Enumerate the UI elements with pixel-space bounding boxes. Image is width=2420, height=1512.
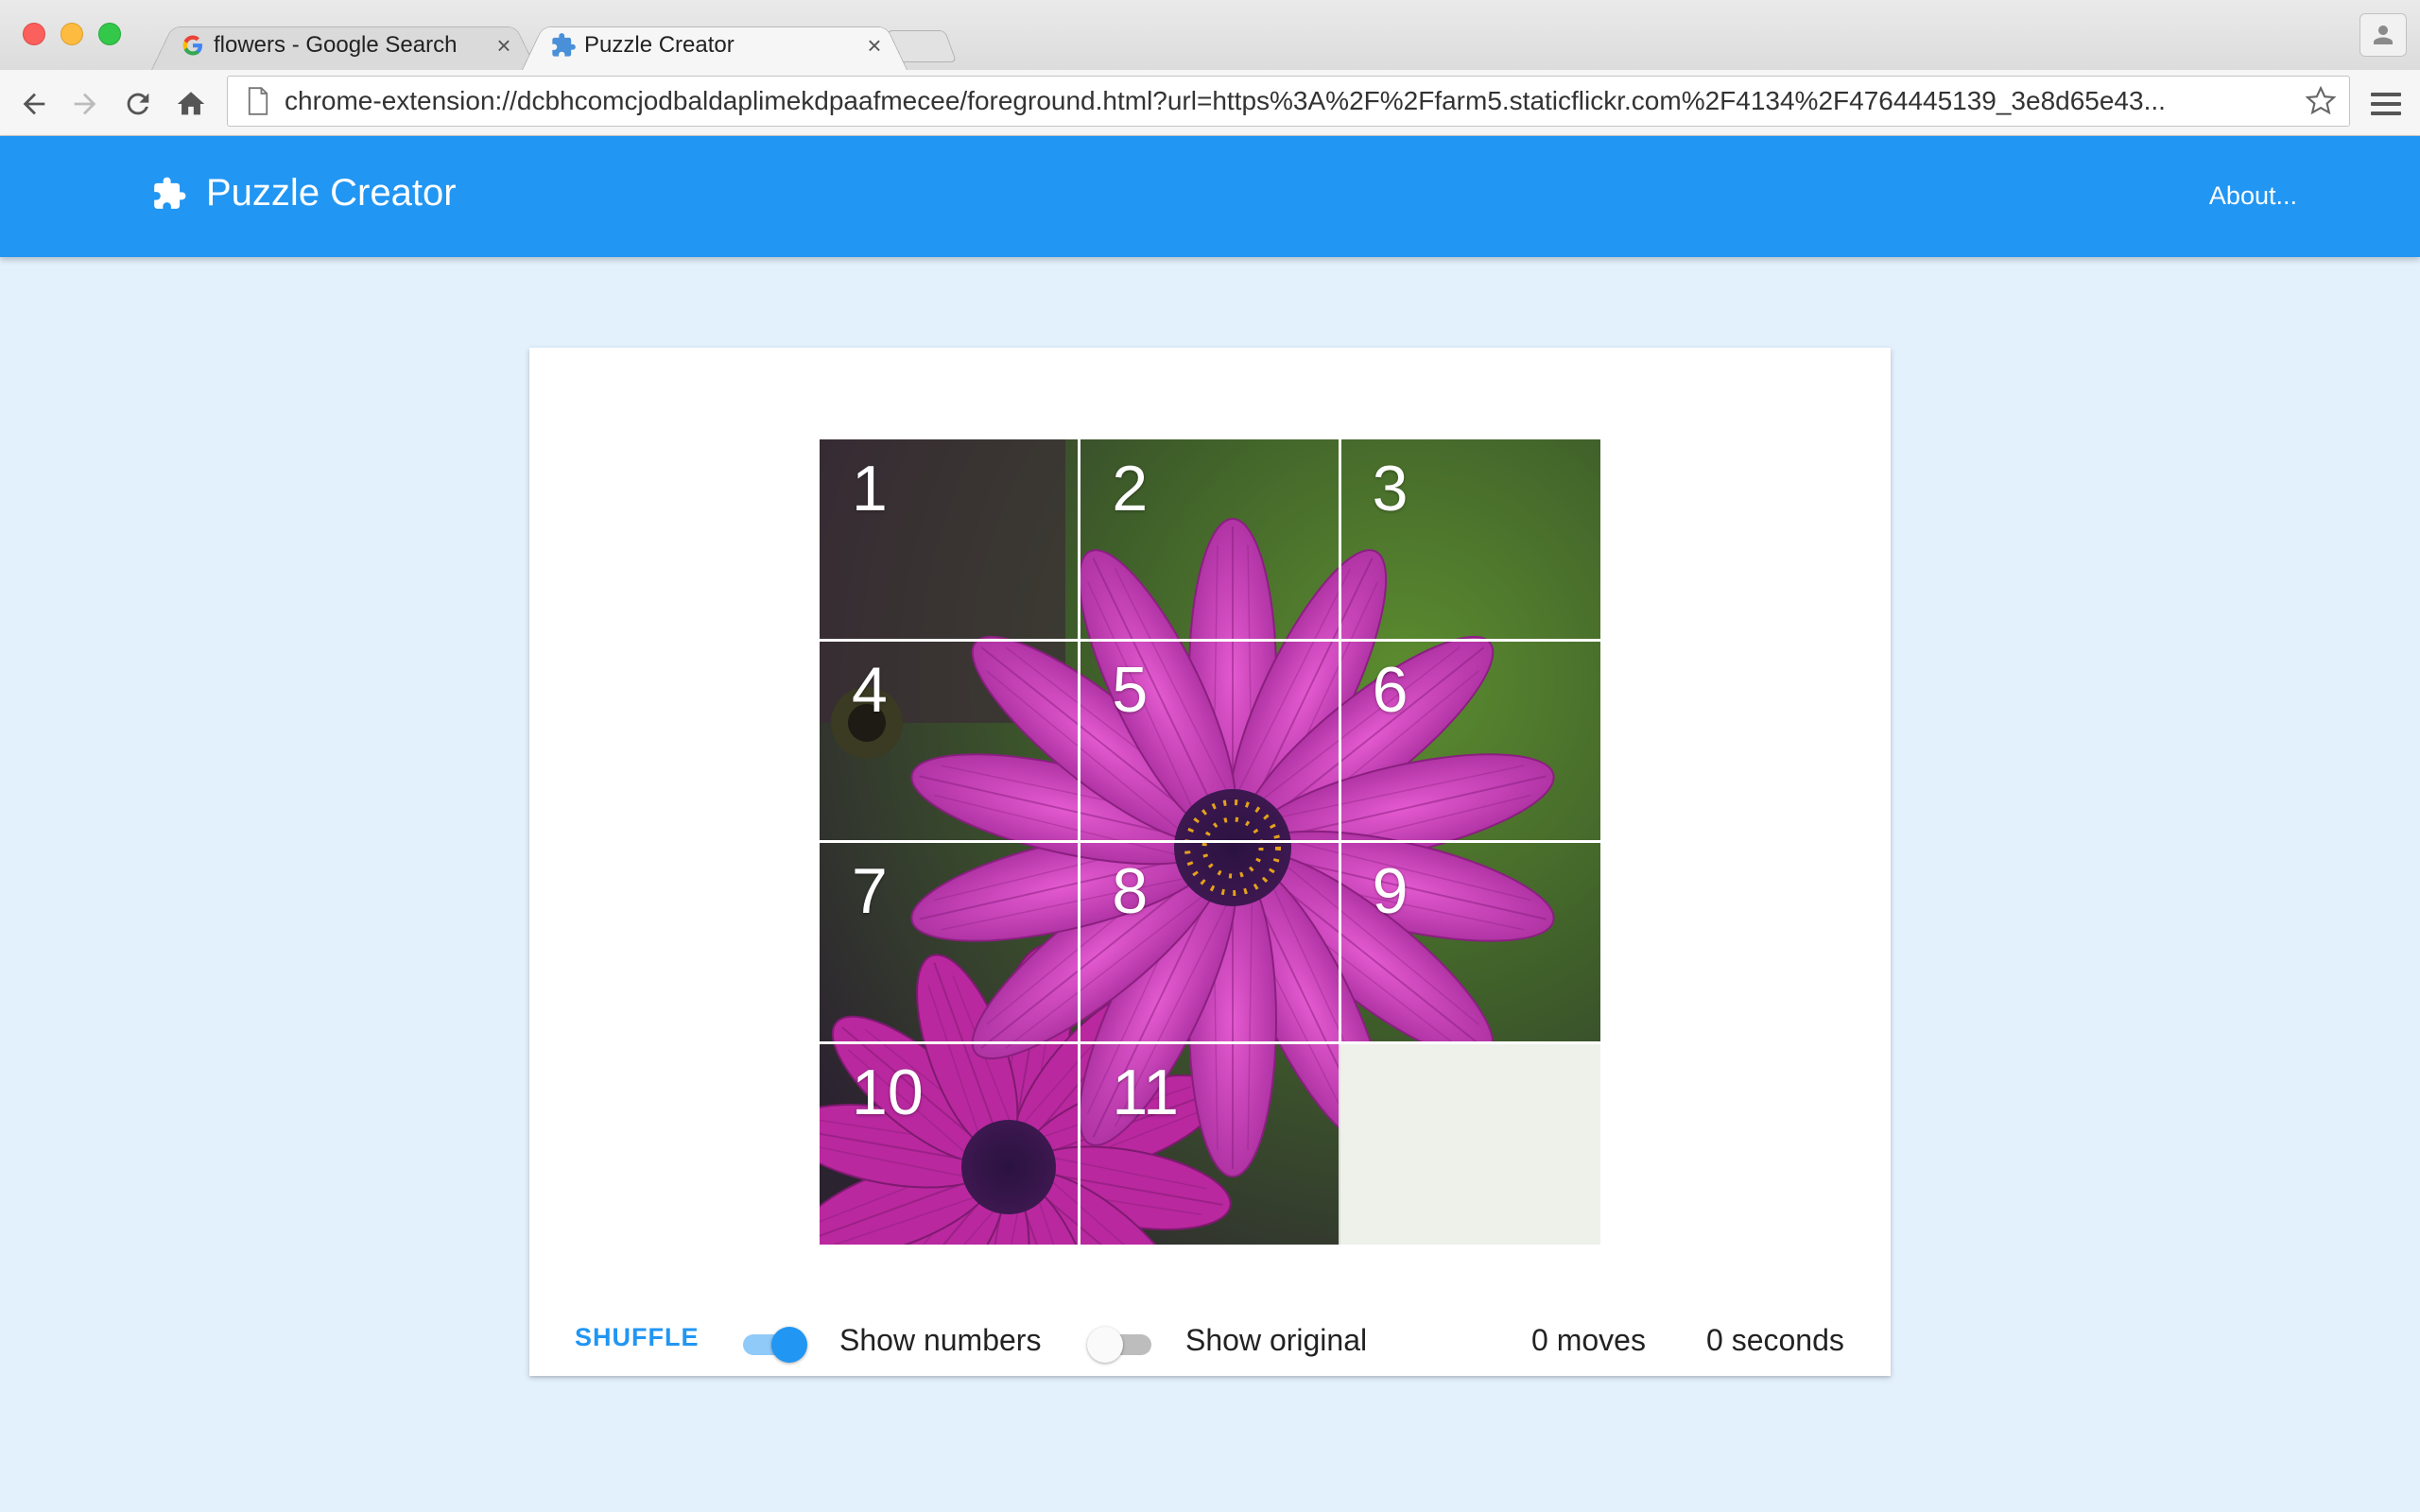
puzzle-piece-icon bbox=[550, 32, 577, 59]
forward-button[interactable] bbox=[66, 85, 104, 123]
puzzle-tile[interactable]: 10 bbox=[820, 1043, 1080, 1245]
arrow-right-icon bbox=[74, 93, 96, 115]
chrome-menu-icon[interactable] bbox=[2369, 87, 2403, 121]
show-original-label: Show original bbox=[1185, 1323, 1368, 1357]
tile-number: 11 bbox=[1112, 1057, 1179, 1128]
puzzle-controls: SHUFFLE Show numbers Show original 0 mov… bbox=[529, 1302, 1891, 1382]
moves-counter: 0 moves bbox=[1531, 1323, 1646, 1357]
browser-tab-strip: flowers - Google Search × Puzzle Creator… bbox=[0, 0, 2420, 70]
tile-number: 7 bbox=[852, 855, 888, 927]
grid-divider bbox=[820, 1041, 1600, 1044]
tile-number: 6 bbox=[1372, 654, 1409, 726]
puzzle-board: 1 2 3 4 5 6 7 8 9 10 11 bbox=[820, 439, 1600, 1245]
tab-title: flowers - Google Search bbox=[214, 32, 458, 58]
grid-divider bbox=[1338, 439, 1341, 1043]
arrow-left-icon bbox=[23, 93, 45, 115]
puzzle-tile[interactable]: 5 bbox=[1080, 641, 1340, 842]
app-brand: Puzzle Creator bbox=[151, 172, 457, 215]
back-button[interactable] bbox=[15, 85, 53, 123]
puzzle-tile[interactable]: 7 bbox=[820, 842, 1080, 1043]
seconds-counter: 0 seconds bbox=[1706, 1323, 1844, 1357]
tile-number: 2 bbox=[1112, 453, 1149, 524]
tile-number: 9 bbox=[1372, 855, 1409, 927]
tile-number: 1 bbox=[852, 453, 888, 524]
puzzle-tile[interactable]: 8 bbox=[1080, 842, 1340, 1043]
puzzle-tile[interactable]: 1 bbox=[820, 439, 1080, 641]
page-icon bbox=[248, 87, 268, 115]
tile-number: 10 bbox=[852, 1057, 924, 1128]
about-link[interactable]: About... bbox=[2209, 181, 2297, 211]
puzzle-card: 1 2 3 4 5 6 7 8 9 10 11 SHUFFLE Show num… bbox=[529, 348, 1891, 1376]
app-title: Puzzle Creator bbox=[206, 172, 457, 214]
profile-button[interactable] bbox=[2360, 13, 2407, 57]
bookmark-star-icon[interactable] bbox=[2292, 84, 2349, 118]
puzzle-tile[interactable]: 3 bbox=[1340, 439, 1600, 641]
tile-number: 8 bbox=[1112, 855, 1149, 927]
show-numbers-label: Show numbers bbox=[839, 1323, 1042, 1357]
empty-tile-slot bbox=[1339, 1043, 1600, 1245]
tab-title: Puzzle Creator bbox=[584, 32, 735, 58]
app-header: Puzzle Creator About... bbox=[0, 136, 2420, 257]
reload-icon bbox=[127, 93, 149, 115]
home-icon bbox=[177, 92, 205, 115]
url-text[interactable]: chrome-extension://dcbhcomcjodbaldaplime… bbox=[285, 86, 2292, 116]
grid-divider bbox=[820, 639, 1600, 642]
puzzle-piece-icon bbox=[154, 177, 186, 209]
puzzle-tile[interactable]: 4 bbox=[820, 641, 1080, 842]
window-close-button[interactable] bbox=[23, 23, 45, 45]
tab-puzzle-creator[interactable]: Puzzle Creator × bbox=[522, 21, 908, 70]
puzzle-tile[interactable]: 6 bbox=[1340, 641, 1600, 842]
window-minimize-button[interactable] bbox=[60, 23, 83, 45]
tab-close-icon[interactable]: × bbox=[492, 31, 516, 60]
tile-number: 5 bbox=[1112, 654, 1149, 726]
browser-toolbar: chrome-extension://dcbhcomcjodbaldaplime… bbox=[0, 70, 2420, 136]
home-button[interactable] bbox=[172, 85, 210, 123]
tab-google-search[interactable]: flowers - Google Search × bbox=[151, 21, 537, 70]
show-numbers-toggle[interactable] bbox=[739, 1325, 807, 1363]
tile-number: 4 bbox=[852, 654, 888, 726]
show-original-toggle[interactable] bbox=[1087, 1325, 1155, 1363]
address-bar[interactable]: chrome-extension://dcbhcomcjodbaldaplime… bbox=[227, 76, 2350, 127]
puzzle-tile[interactable]: 11 bbox=[1080, 1043, 1340, 1245]
puzzle-tile[interactable]: 9 bbox=[1340, 842, 1600, 1043]
window-maximize-button[interactable] bbox=[98, 23, 121, 45]
tile-number: 3 bbox=[1372, 453, 1409, 524]
person-icon bbox=[2374, 26, 2393, 44]
puzzle-tile[interactable]: 2 bbox=[1080, 439, 1340, 641]
google-icon bbox=[180, 32, 206, 59]
reload-button[interactable] bbox=[119, 85, 157, 123]
tab-close-icon[interactable]: × bbox=[862, 31, 887, 60]
grid-divider bbox=[820, 840, 1600, 843]
shuffle-button[interactable]: SHUFFLE bbox=[575, 1323, 700, 1352]
